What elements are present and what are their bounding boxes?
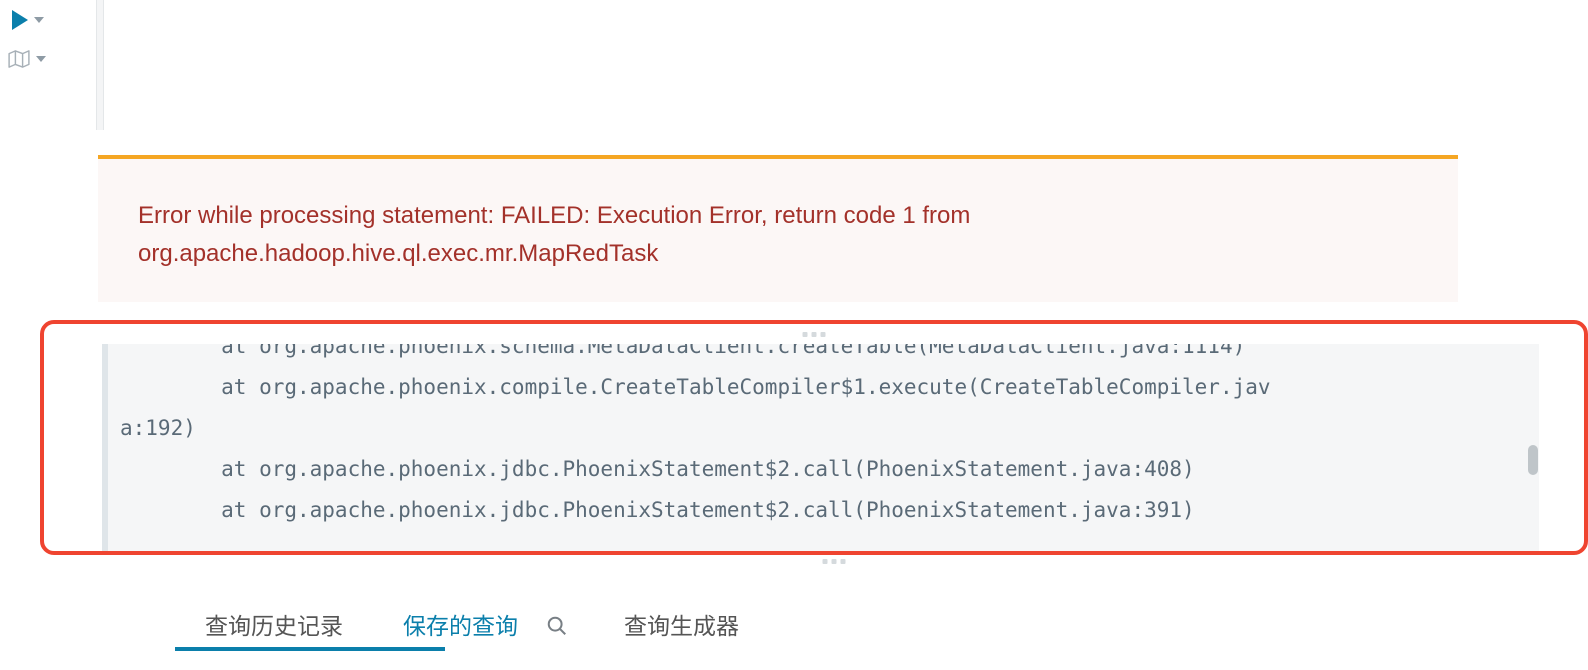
play-icon xyxy=(12,10,28,30)
stacktrace-container: at org.apache.phoenix.schema.MetaDataCli… xyxy=(102,344,1539,551)
error-banner: Error while processing statement: FAILED… xyxy=(98,155,1458,302)
run-button[interactable] xyxy=(0,0,65,40)
drag-handle-icon[interactable] xyxy=(823,559,846,564)
highlighted-region: at org.apache.phoenix.schema.MetaDataCli… xyxy=(40,320,1588,555)
stacktrace-text: at org.apache.phoenix.schema.MetaDataCli… xyxy=(108,344,1539,531)
search-icon xyxy=(546,615,568,637)
tab-underline xyxy=(175,647,445,651)
chevron-down-icon xyxy=(36,56,46,62)
map-icon xyxy=(8,50,30,68)
error-message: Error while processing statement: FAILED… xyxy=(138,197,1418,274)
vertical-divider[interactable] xyxy=(96,0,104,130)
left-toolbar xyxy=(0,0,65,130)
drag-handle-icon[interactable] xyxy=(803,332,826,337)
map-button[interactable] xyxy=(0,40,65,78)
scrollbar-thumb[interactable] xyxy=(1528,445,1538,475)
tab-query-builder[interactable]: 查询生成器 xyxy=(594,595,769,656)
chevron-down-icon xyxy=(34,17,44,23)
